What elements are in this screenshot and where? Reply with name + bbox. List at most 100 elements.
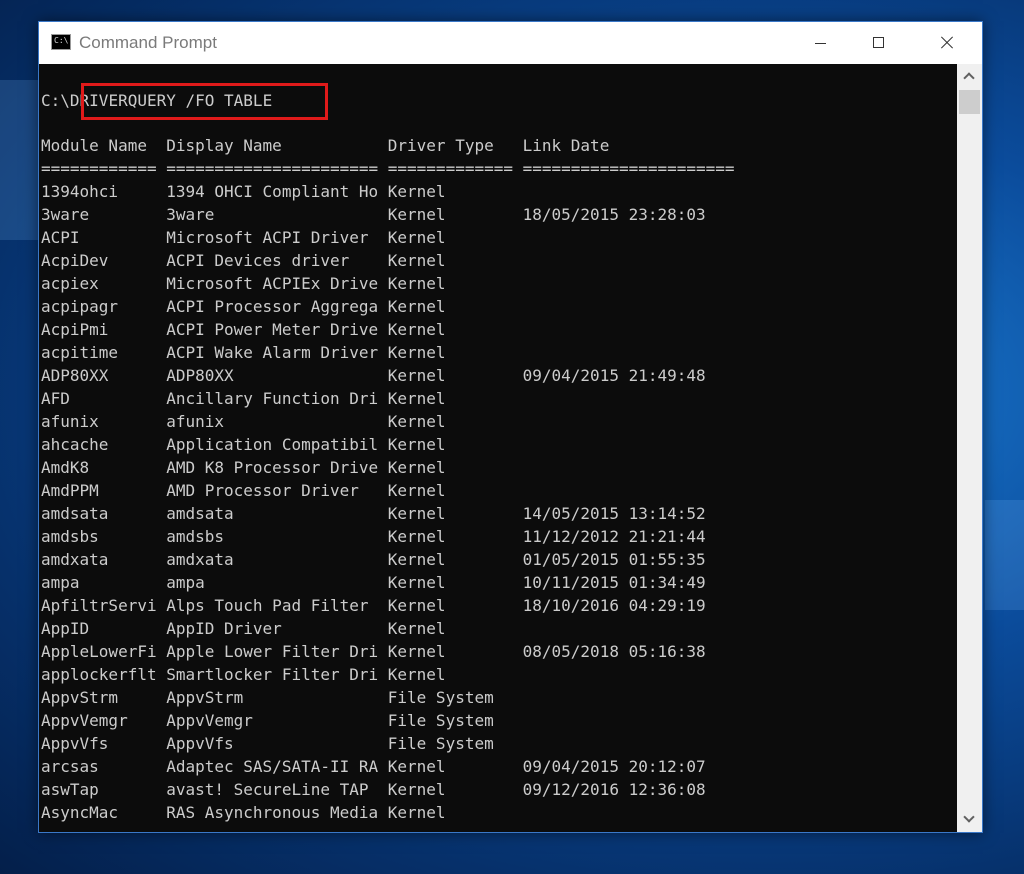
desktop-light-beam: [0, 80, 40, 240]
table-row: 1394ohci 1394 OHCI Compliant Ho Kernel: [41, 180, 523, 203]
driver-type-cell: Kernel: [387, 389, 446, 408]
window-title: Command Prompt: [79, 33, 217, 52]
driver-type-cell: Kernel: [387, 274, 446, 293]
driver-type-cell: File System: [387, 734, 494, 753]
table-row: 3ware 3ware Kernel 18/05/2015 23:28:03: [41, 203, 706, 226]
link-date-cell: 11/12/2012 21:21:44: [522, 527, 706, 546]
driver-type-cell: Kernel: [387, 297, 446, 316]
module-name-cell: 3ware: [41, 205, 90, 224]
display-name-cell: ADP80XX: [166, 366, 234, 385]
link-date-cell: 09/04/2015 20:12:07: [522, 757, 706, 776]
driver-type-cell: Kernel: [387, 320, 446, 339]
display-name-cell: Alps Touch Pad Filter: [166, 596, 369, 615]
driver-type-cell: Kernel: [387, 665, 446, 684]
driver-type-cell: File System: [387, 711, 494, 730]
driver-type-cell: Kernel: [387, 228, 446, 247]
display-name-cell: AppvVfs: [166, 734, 234, 753]
driver-type-cell: Kernel: [387, 619, 446, 638]
console-output[interactable]: C:\DRIVERQUERY /FO TABLE Module Name Disp…: [39, 64, 957, 832]
title-bar[interactable]: C:\ Command Prompt: [39, 22, 982, 64]
link-date-cell: 10/11/2015 01:34:49: [522, 573, 706, 592]
display-name-cell: AMD K8 Processor Drive: [166, 458, 379, 477]
scroll-down-icon[interactable]: [957, 807, 982, 832]
module-name-cell: ACPI: [41, 228, 80, 247]
table-row: acpitime ACPI Wake Alarm Driver Kernel: [41, 341, 523, 364]
driver-type-cell: Kernel: [387, 780, 446, 799]
driver-type-cell: Kernel: [387, 550, 446, 569]
display-name-cell: avast! SecureLine TAP: [166, 780, 369, 799]
table-header-row: Module Name Display Name Driver Type Link D…: [41, 134, 609, 157]
display-name-cell: 3ware: [166, 205, 215, 224]
table-row: ApfiltrServi Alps Touch Pad Filter Kernel 1…: [41, 594, 706, 617]
driver-type-cell: Kernel: [387, 458, 446, 477]
minimize-icon[interactable]: [797, 22, 843, 64]
module-name-cell: AppvVemgr: [41, 711, 128, 730]
driver-type-cell: Kernel: [387, 435, 446, 454]
display-name-cell: amdxata: [166, 550, 234, 569]
display-name-cell: ACPI Devices driver: [166, 251, 350, 270]
display-name-cell: afunix: [166, 412, 225, 431]
module-name-cell: applockerflt: [41, 665, 157, 684]
display-name-cell: amdsbs: [166, 527, 225, 546]
display-name-cell: ACPI Wake Alarm Driver: [166, 343, 379, 362]
table-row: AppleLowerFi Apple Lower Filter Dri Kernel…: [41, 640, 706, 663]
scroll-up-icon[interactable]: [957, 64, 982, 89]
table-row: AppID AppID Driver Kernel: [41, 617, 523, 640]
vertical-scrollbar[interactable]: [957, 64, 982, 832]
table-row: acpipagr ACPI Processor Aggrega Kernel: [41, 295, 523, 318]
display-name-cell: 1394 OHCI Compliant Ho: [166, 182, 379, 201]
driver-type-cell: Kernel: [387, 182, 446, 201]
module-name-cell: ============: [41, 159, 157, 178]
module-name-cell: AcpiPmi: [41, 320, 109, 339]
driver-type-cell: Kernel: [387, 205, 446, 224]
display-name-cell: ======================: [166, 159, 379, 178]
table-row: AmdPPM AMD Processor Driver Kernel: [41, 479, 523, 502]
module-name-cell: afunix: [41, 412, 99, 431]
module-name-cell: arcsas: [41, 757, 99, 776]
close-icon[interactable]: [924, 22, 970, 64]
module-name-cell: AcpiDev: [41, 251, 109, 270]
module-name-cell: AppvVfs: [41, 734, 109, 753]
table-row: AppvVfs AppvVfs File System: [41, 732, 523, 755]
command-prompt-icon: C:\: [51, 34, 71, 50]
link-date-cell: 01/05/2015 01:55:35: [522, 550, 706, 569]
link-date-cell: 14/05/2015 13:14:52: [522, 504, 706, 523]
prompt: C:\: [41, 91, 70, 110]
driver-type-cell: Kernel: [387, 481, 446, 500]
driver-type-cell: Kernel: [387, 573, 446, 592]
module-name-cell: Module Name: [41, 136, 147, 155]
link-date-cell: 18/10/2016 04:29:19: [522, 596, 706, 615]
maximize-icon[interactable]: [856, 22, 902, 64]
driver-type-cell: =============: [387, 159, 513, 178]
module-name-cell: acpiex: [41, 274, 99, 293]
module-name-cell: AppvStrm: [41, 688, 119, 707]
driver-type-cell: Kernel: [387, 596, 446, 615]
link-date-cell: Link Date: [522, 136, 610, 155]
module-name-cell: amdsata: [41, 504, 109, 523]
module-name-cell: ahcache: [41, 435, 109, 454]
driver-type-cell: Kernel: [387, 757, 446, 776]
table-row: AppvStrm AppvStrm File System: [41, 686, 523, 709]
module-name-cell: AmdPPM: [41, 481, 99, 500]
link-date-cell: 08/05/2018 05:16:38: [522, 642, 706, 661]
display-name-cell: AppvStrm: [166, 688, 244, 707]
table-row: ADP80XX ADP80XX Kernel 09/04/2015 21:49:48: [41, 364, 706, 387]
table-row: amdsbs amdsbs Kernel 11/12/2012 21:21:44: [41, 525, 706, 548]
display-name-cell: Application Compatibil: [166, 435, 379, 454]
table-row: AsyncMac RAS Asynchronous Media Kernel: [41, 801, 523, 824]
module-name-cell: amdxata: [41, 550, 109, 569]
table-row: afunix afunix Kernel: [41, 410, 523, 433]
table-row: AcpiDev ACPI Devices driver Kernel: [41, 249, 523, 272]
link-date-cell: 09/12/2016 12:36:08: [522, 780, 706, 799]
driver-type-cell: Driver Type: [387, 136, 494, 155]
module-name-cell: AsyncMac: [41, 803, 119, 822]
display-name-cell: amdsata: [166, 504, 234, 523]
display-name-cell: AMD Processor Driver: [166, 481, 359, 500]
table-row: ampa ampa Kernel 10/11/2015 01:34:49: [41, 571, 706, 594]
table-row: amdsata amdsata Kernel 14/05/2015 13:14:52: [41, 502, 706, 525]
table-row: AppvVemgr AppvVemgr File System: [41, 709, 523, 732]
module-name-cell: ApfiltrServi: [41, 596, 157, 615]
display-name-cell: Display Name: [166, 136, 282, 155]
scroll-thumb[interactable]: [959, 90, 980, 114]
table-row: arcsas Adaptec SAS/SATA-II RA Kernel 09/04/…: [41, 755, 706, 778]
